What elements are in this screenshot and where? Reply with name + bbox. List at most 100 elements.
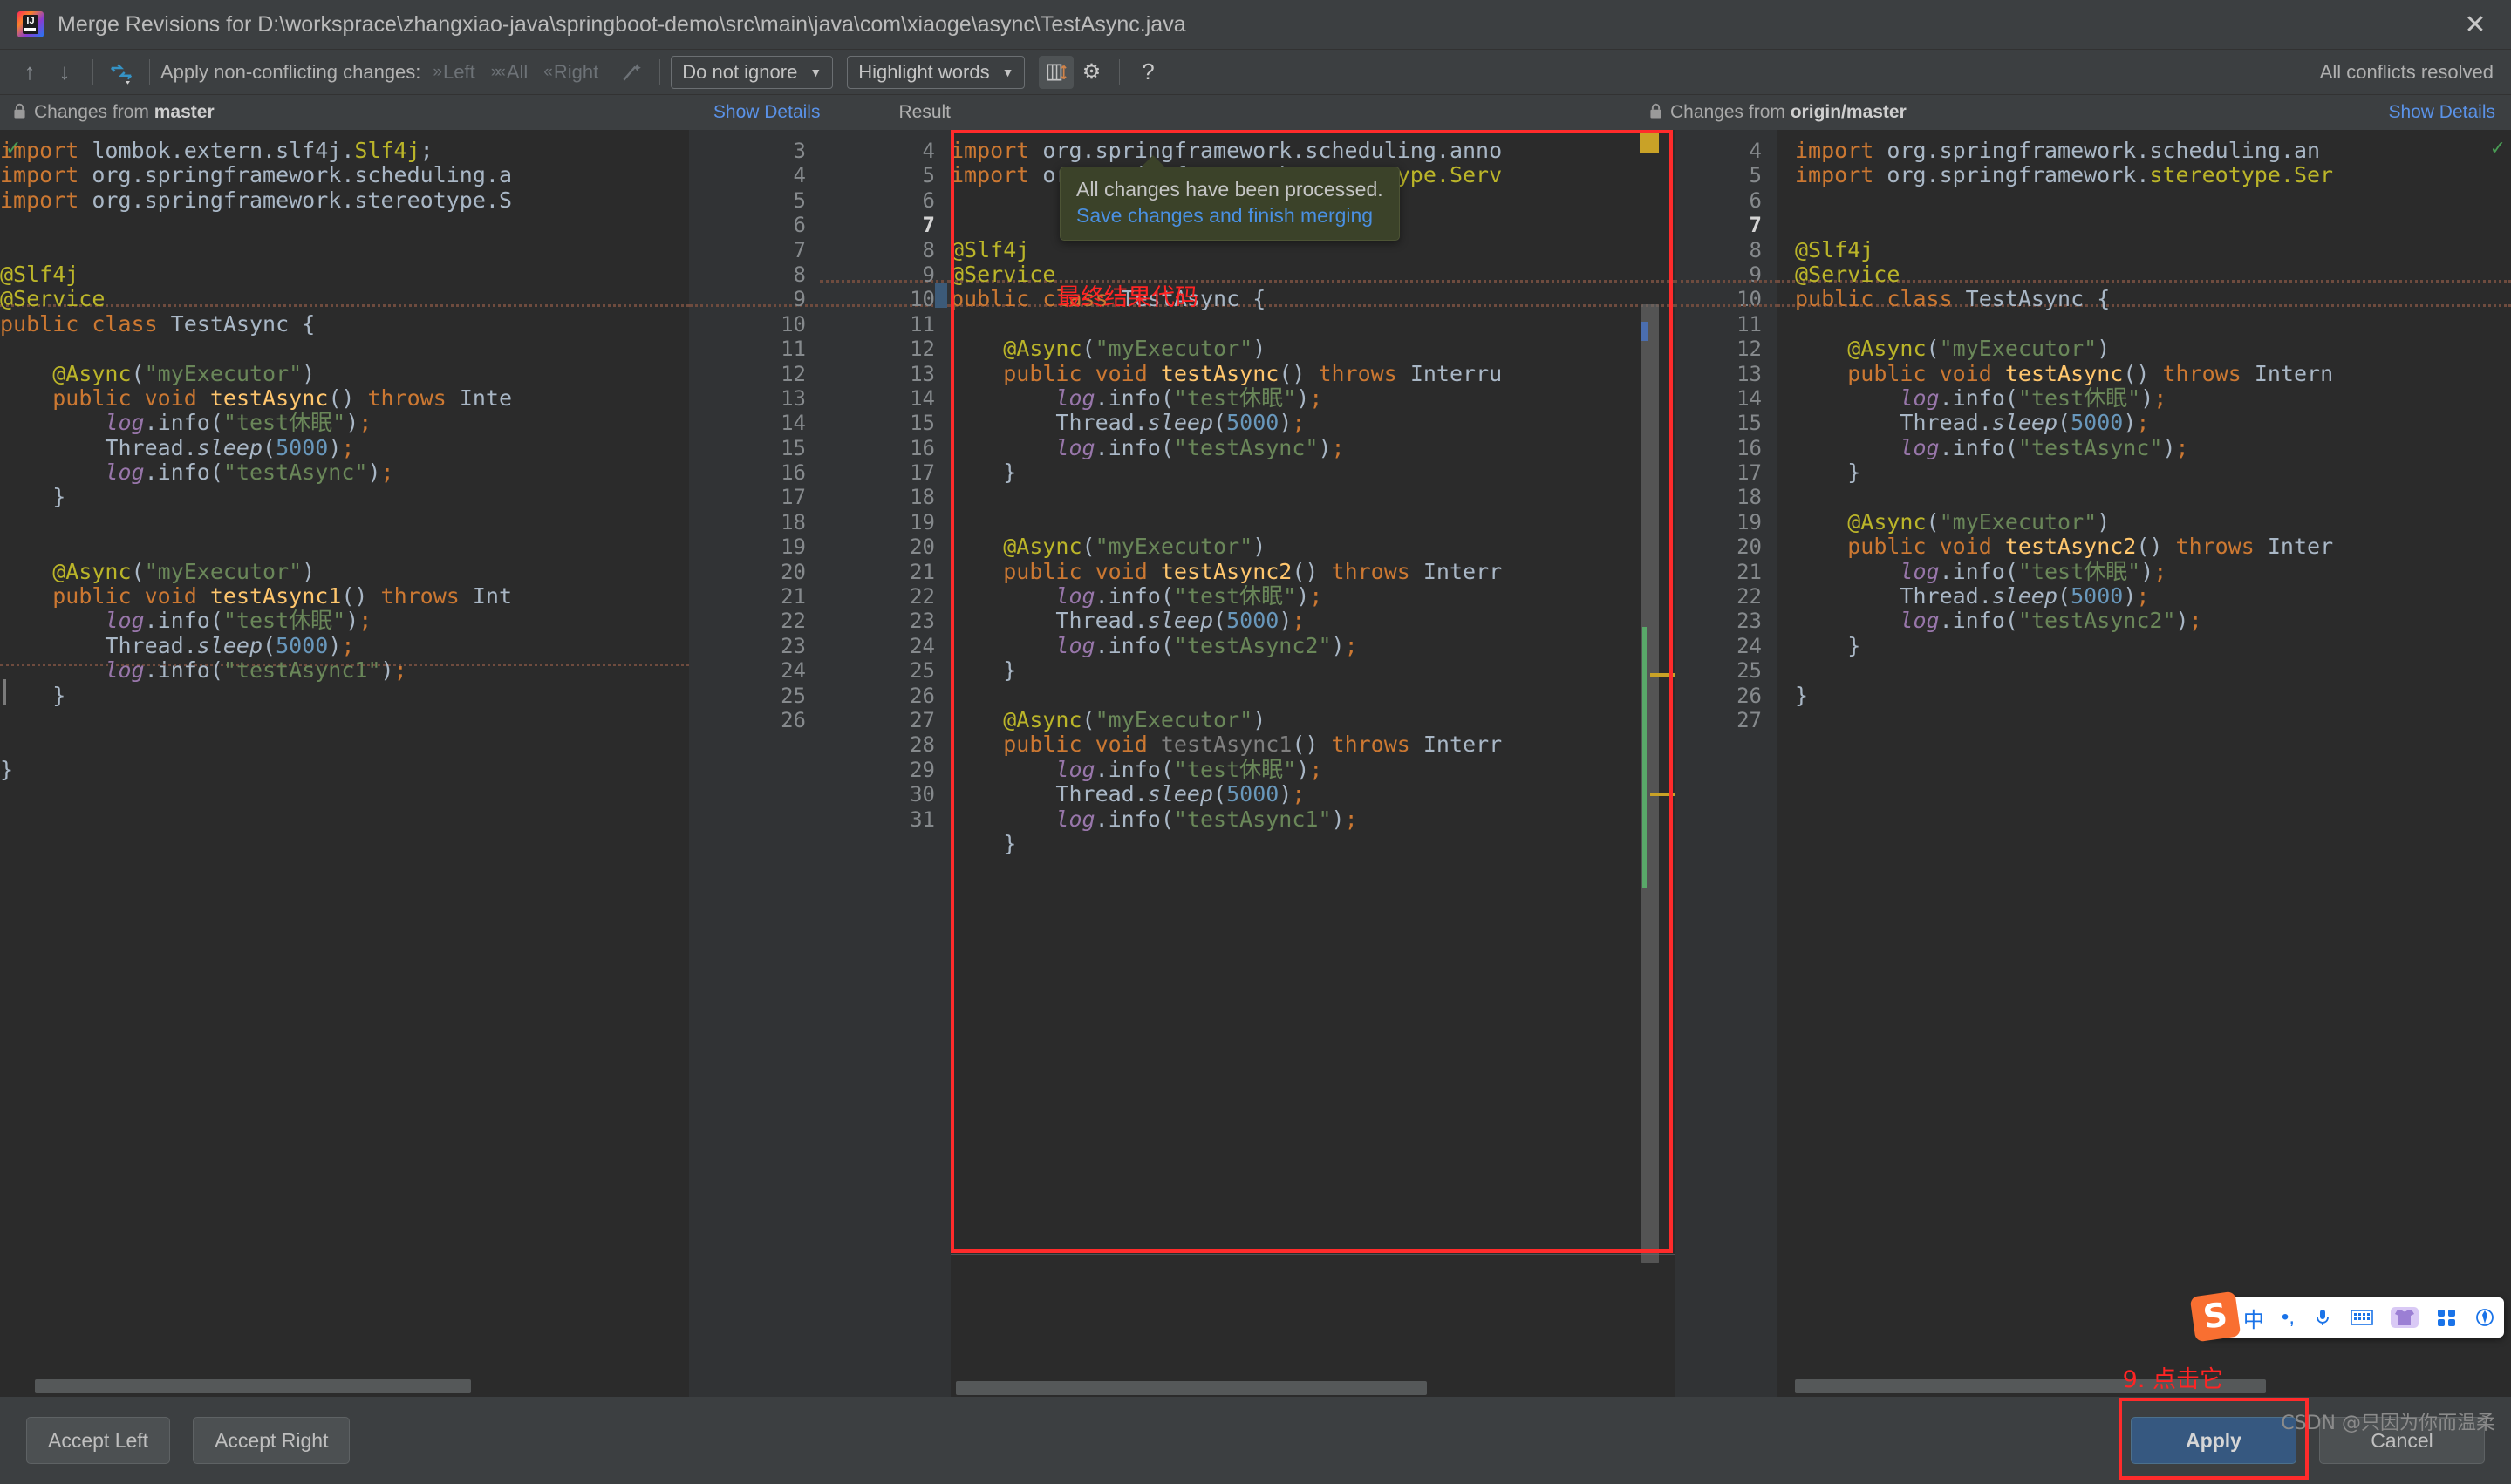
- gutter-row: 2526: [689, 684, 951, 708]
- sogou-ime-toolbar[interactable]: S 中 •,: [2203, 1297, 2504, 1338]
- window-title: Merge Revisions for D:\worksprace\zhangx…: [58, 12, 1186, 37]
- right-line-number: 21: [1675, 560, 1762, 584]
- left-line-number: 18: [689, 510, 820, 534]
- ignore-policy-select[interactable]: Do not ignore ▼: [671, 56, 833, 89]
- skin-icon[interactable]: [2391, 1307, 2419, 1328]
- right-line-number: 17: [1675, 460, 1762, 485]
- code-line: }: [951, 832, 1675, 856]
- gutter-row: 910: [689, 287, 951, 311]
- gutter-row: 1718: [689, 485, 951, 509]
- result-horizontal-scrollbar[interactable]: [956, 1381, 1427, 1395]
- apply-right-button[interactable]: « Right: [543, 61, 598, 84]
- gutter-row: [689, 856, 951, 881]
- accept-right-button[interactable]: Accept Right: [193, 1417, 350, 1464]
- code-line: log.info("testAsync");: [951, 436, 1675, 460]
- right-line-number: 7: [1675, 213, 1762, 237]
- accept-left-button[interactable]: Accept Left: [26, 1417, 170, 1464]
- columns-toggle-icon[interactable]: [1039, 56, 1074, 89]
- code-line: public void testAsync2() throws Inter: [1795, 534, 2511, 559]
- code-line: @Slf4j: [0, 262, 689, 287]
- merge-editors: ✓ import lombok.extern.slf4j.Slf4j;impor…: [0, 130, 2511, 1397]
- ime-punctuation-toggle[interactable]: •,: [2282, 1305, 2295, 1330]
- left-line-number: [689, 758, 820, 782]
- left-line-number: 21: [689, 584, 820, 609]
- result-line-number: 15: [820, 411, 951, 435]
- code-line: public class TestAsync {: [1795, 287, 2511, 311]
- code-line: @Async("myExecutor"): [1795, 510, 2511, 534]
- change-separator-solid: [951, 1254, 1675, 1255]
- caret-marker: [935, 283, 947, 308]
- code-line: import org.springframework.scheduling.a: [0, 163, 689, 187]
- result-editor-pane[interactable]: import org.springframework.scheduling.an…: [951, 130, 1675, 1397]
- left-line-number: [689, 782, 820, 807]
- intellij-logo-text: IJ: [23, 15, 38, 34]
- code-line: [1795, 658, 2511, 683]
- right-line-number: 20: [1675, 534, 1762, 559]
- change-separator: [1675, 304, 1777, 307]
- ignore-policy-value: Do not ignore: [682, 61, 797, 84]
- code-line: @Async("myExecutor"): [951, 708, 1675, 732]
- toolbox-icon[interactable]: [2474, 1307, 2495, 1328]
- apply-changes-icon[interactable]: [104, 55, 139, 90]
- help-icon[interactable]: ?: [1130, 56, 1165, 89]
- apply-right-label: Right: [554, 61, 598, 84]
- result-line-number: 21: [820, 560, 951, 584]
- left-horizontal-scrollbar[interactable]: [35, 1379, 471, 1393]
- apply-all-button[interactable]: »« All: [491, 61, 529, 84]
- code-line: log.info("testAsync");: [0, 460, 689, 485]
- next-difference-icon[interactable]: ↓: [47, 55, 82, 90]
- apply-button[interactable]: Apply: [2131, 1417, 2296, 1464]
- left-line-number: 8: [689, 262, 820, 287]
- chevron-down-icon: ▼: [809, 65, 822, 79]
- code-line: @Service: [0, 287, 689, 311]
- previous-difference-icon[interactable]: ↑: [12, 55, 47, 90]
- code-line: }: [1795, 634, 2511, 658]
- left-show-details-link[interactable]: Show Details: [713, 102, 821, 123]
- right-line-number: 23: [1675, 609, 1762, 633]
- right-show-details-link[interactable]: Show Details: [2388, 102, 2495, 123]
- left-line-number: 20: [689, 560, 820, 584]
- lock-icon: [1648, 102, 1663, 124]
- magic-wand-icon[interactable]: [614, 55, 649, 90]
- result-code-annotation: 最终结果代码: [1057, 278, 1198, 312]
- toolbar-divider-4: [1119, 59, 1120, 85]
- code-line: log.info("testAsync2");: [951, 634, 1675, 658]
- right-line-number: 22: [1675, 584, 1762, 609]
- right-line-number: 27: [1675, 708, 1762, 732]
- apply-left-button[interactable]: » Left: [433, 61, 474, 84]
- left-editor-pane[interactable]: ✓ import lombok.extern.slf4j.Slf4j;impor…: [0, 130, 689, 1397]
- right-line-number: 5: [1675, 163, 1762, 187]
- result-line-number: 18: [820, 485, 951, 509]
- microphone-icon[interactable]: [2312, 1307, 2333, 1328]
- right-editor-pane[interactable]: 4567891011121314151617181920212223242526…: [1675, 130, 2511, 1397]
- dialog-button-bar: Accept Left Accept Right 9. 点击它 Apply Ca…: [0, 1397, 2511, 1484]
- right-line-number: 14: [1675, 386, 1762, 411]
- conflicts-status-label: All conflicts resolved: [2320, 61, 2499, 84]
- code-line: }: [951, 658, 1675, 683]
- left-pane-header: Changes from master Show Details Result: [0, 102, 951, 124]
- code-line: [951, 510, 1675, 534]
- ime-mode-toggle[interactable]: 中: [2243, 1303, 2264, 1333]
- gutter-row: 2122: [689, 584, 951, 609]
- apps-grid-icon[interactable]: [2436, 1307, 2457, 1328]
- keyboard-icon[interactable]: [2351, 1308, 2373, 1327]
- result-line-number: 9: [820, 262, 951, 287]
- tooltip-save-link[interactable]: Save changes and finish merging: [1076, 204, 1383, 228]
- close-icon[interactable]: ✕: [2455, 4, 2495, 44]
- left-pane-ref: master: [154, 102, 215, 122]
- highlight-policy-select[interactable]: Highlight words ▼: [847, 56, 1025, 89]
- double-chevron-both-icon: »«: [491, 63, 502, 82]
- code-line: @Async("myExecutor"): [951, 534, 1675, 559]
- right-line-number: 18: [1675, 485, 1762, 509]
- result-line-number: 6: [820, 188, 951, 213]
- result-line-number: 23: [820, 609, 951, 633]
- title-bar: IJ Merge Revisions for D:\worksprace\zha…: [0, 0, 2511, 50]
- code-line: log.info("testAsync");: [1795, 436, 2511, 460]
- gear-icon[interactable]: ⚙: [1074, 56, 1109, 89]
- right-line-number: 11: [1675, 312, 1762, 337]
- apply-nonconflicting-label: Apply non-conflicting changes:: [160, 61, 420, 84]
- left-line-number: 4: [689, 163, 820, 187]
- sogou-logo-icon[interactable]: S: [2190, 1291, 2241, 1343]
- result-line-number: 27: [820, 708, 951, 732]
- code-line: }: [0, 485, 689, 509]
